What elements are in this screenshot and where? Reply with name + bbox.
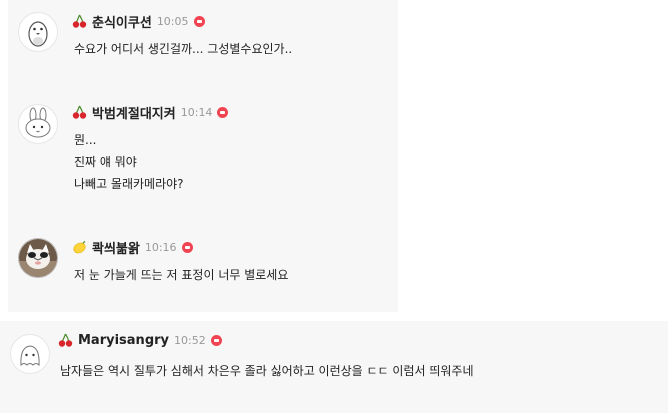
comment-nickname[interactable]: Maryisangry xyxy=(78,333,169,348)
lemon-icon xyxy=(72,240,87,255)
new-badge-icon xyxy=(193,16,205,27)
comment-line: 수요가 어디서 생긴걸까... 그성별수요인가.. xyxy=(74,42,293,56)
rabbit-avatar[interactable] xyxy=(18,104,58,144)
comment-line: 뭔... xyxy=(74,133,97,147)
comment-nickname[interactable]: 콱씌붊왉 xyxy=(92,238,140,257)
comment-time: 10:16 xyxy=(144,241,177,254)
comment-line: 저 눈 가늘게 뜨는 저 표정이 너무 별로세요 xyxy=(74,268,289,282)
comment-body: 저 눈 가늘게 뜨는 저 표정이 너무 별로세요 xyxy=(74,264,288,286)
comment-nickname[interactable]: 박범계절대지켜 xyxy=(92,103,176,122)
comment-body: 뭔... 진짜 얘 뭐야 나빼고 몰래카메라야? xyxy=(74,129,184,195)
cherry-icon xyxy=(58,333,73,348)
cat-photo-avatar[interactable] xyxy=(18,238,58,278)
comment-line: 남자들은 역시 질투가 심해서 차은우 졸라 싫어하고 이런상을 ㄷㄷ 이럼서 … xyxy=(60,364,474,378)
comment-time: 10:05 xyxy=(156,15,189,28)
new-badge-icon xyxy=(217,107,229,118)
comment-time: 10:14 xyxy=(180,106,213,119)
new-badge-icon xyxy=(181,242,193,253)
cherry-icon xyxy=(72,14,87,29)
new-badge-icon xyxy=(210,335,222,346)
comment-line: 나빼고 몰래카메라야? xyxy=(74,177,184,191)
cherry-icon xyxy=(72,105,87,120)
comment-time: 10:52 xyxy=(174,334,206,347)
comment-nickname[interactable]: 춘식이쿠션 xyxy=(92,12,152,31)
comment-line: 진짜 얘 뭐야 xyxy=(74,155,137,169)
ghost-avatar[interactable] xyxy=(10,334,50,374)
comment-body: 남자들은 역시 질투가 심해서 차은우 졸라 싫어하고 이런상을 ㄷㄷ 이럼서 … xyxy=(60,360,474,382)
penguin-avatar[interactable] xyxy=(18,12,58,52)
comment-body: 수요가 어디서 생긴걸까... 그성별수요인가.. xyxy=(74,38,292,60)
